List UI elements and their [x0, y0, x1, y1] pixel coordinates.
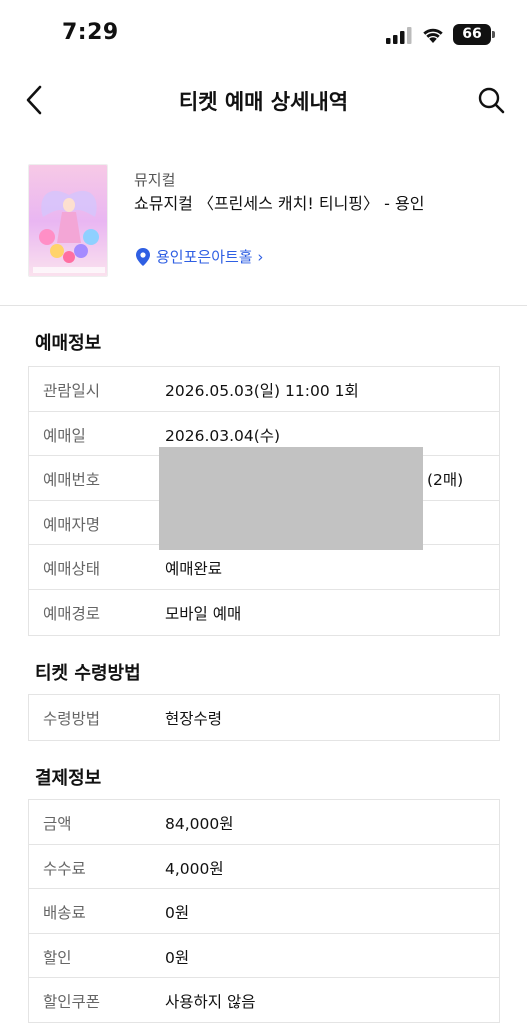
show-poster[interactable] — [28, 164, 108, 277]
booking-info-heading: 예매정보 — [35, 333, 102, 354]
row-label: 예매상태 — [43, 560, 101, 579]
row-value: 모바일 예매 — [165, 604, 242, 623]
payment-info-heading: 결제정보 — [35, 768, 102, 789]
battery-level: 66 — [453, 24, 491, 45]
cellular-signal-icon — [386, 27, 412, 44]
row-value: 현장수령 — [165, 710, 223, 728]
show-genre: 뮤지컬 — [134, 171, 176, 189]
row-value: 2026.05.03(일) 11:00 1회 — [165, 382, 359, 400]
row-value: 2026.03.04(수) — [165, 426, 281, 445]
row-label: 예매번호 — [43, 471, 101, 490]
table-row: 예매경로 모바일 예매 — [29, 590, 499, 635]
row-value: 4,000원 — [165, 859, 224, 878]
table-row: 수령방법 현장수령 — [29, 695, 499, 740]
venue-name: 용인포은아트홀 › — [156, 248, 264, 266]
row-value: 84,000원 — [165, 815, 234, 833]
table-row: 할인쿠폰 사용하지 않음 — [29, 978, 499, 1023]
row-label: 예매일 — [43, 426, 86, 445]
row-label: 할인 — [43, 948, 72, 967]
table-row: 배송료 0원 — [29, 889, 499, 934]
row-label: 배송료 — [43, 904, 86, 923]
row-label: 관람일시 — [43, 382, 101, 400]
show-title: 쇼뮤지컬 〈프린세스 캐치! 티니핑〉 - 용인 — [134, 194, 425, 213]
row-label: 할인쿠폰 — [43, 993, 101, 1012]
row-label: 수수료 — [43, 859, 86, 878]
table-row: 할인 0원 — [29, 934, 499, 979]
search-icon[interactable] — [476, 85, 508, 117]
row-label: 예매자명 — [43, 515, 101, 534]
payment-info-table: 금액 84,000원 수수료 4,000원 배송료 0원 할인 0원 할인쿠폰 … — [28, 799, 500, 1023]
row-label: 수령방법 — [43, 710, 101, 728]
venue-link[interactable]: 용인포은아트홀 › — [136, 246, 263, 267]
location-pin-icon — [136, 247, 150, 266]
battery-tip — [492, 31, 495, 38]
page-title: 티켓 예매 상세내역 — [178, 90, 349, 114]
status-time: 7:29 — [62, 20, 119, 45]
row-value: 0원 — [165, 904, 190, 923]
ticket-quantity: (2매) — [427, 471, 464, 489]
row-value: 사용하지 않음 — [165, 993, 256, 1012]
row-label: 예매경로 — [43, 604, 101, 623]
show-info: 뮤지컬 쇼뮤지컬 〈프린세스 캐치! 티니핑〉 - 용인 용인포은아트홀 › — [0, 150, 527, 305]
row-label: 금액 — [43, 815, 72, 833]
pickup-method-heading: 티켓 수령방법 — [35, 663, 141, 684]
row-value: 0원 — [165, 948, 190, 967]
table-row: 예매상태 예매완료 — [29, 545, 499, 590]
section-divider — [0, 305, 527, 306]
redaction-box — [159, 447, 423, 550]
table-row: 관람일시 2026.05.03(일) 11:00 1회 — [29, 367, 499, 412]
pickup-method-table: 수령방법 현장수령 — [28, 694, 500, 741]
poster-image — [29, 165, 107, 276]
status-bar: 7:29 66 — [0, 0, 527, 66]
battery-indicator: 66 — [453, 24, 497, 45]
table-row: 금액 84,000원 — [29, 800, 499, 845]
row-value: 예매완료 — [165, 560, 223, 579]
navigation-bar: 티켓 예매 상세내역 — [0, 66, 527, 136]
table-row: 수수료 4,000원 — [29, 845, 499, 890]
wifi-icon — [423, 28, 443, 43]
